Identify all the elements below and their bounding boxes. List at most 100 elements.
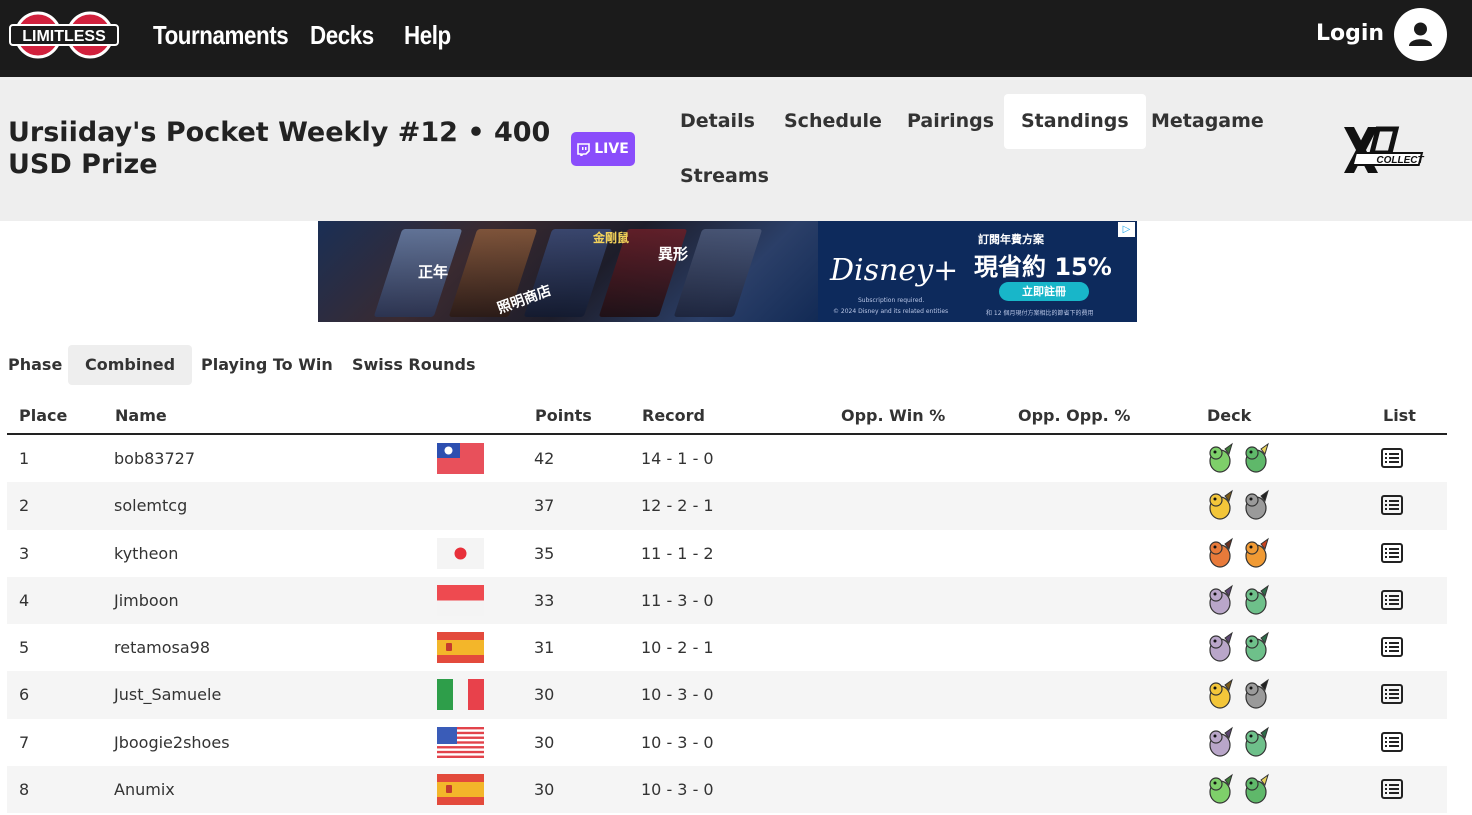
- ad-choices-icon[interactable]: ▷: [1118, 222, 1135, 237]
- deck-celebi-ex-icon[interactable]: [1203, 772, 1237, 806]
- player-name-link[interactable]: Jimboon: [114, 591, 179, 610]
- spain-flag-icon: [437, 774, 484, 806]
- tab-standings[interactable]: Standings: [1004, 94, 1146, 149]
- deck-zebstrika-icon[interactable]: [1239, 488, 1273, 522]
- phase-tab-playing-to-win[interactable]: Playing To Win: [184, 345, 350, 385]
- indonesia-flag-icon: [437, 584, 484, 616]
- deck-cell[interactable]: [1203, 677, 1273, 713]
- live-badge[interactable]: LIVE: [571, 132, 635, 166]
- player-name-link[interactable]: Anumix: [114, 780, 175, 799]
- deck-cell[interactable]: [1203, 630, 1273, 666]
- tab-pairings[interactable]: Pairings: [890, 94, 1011, 149]
- decklist-icon[interactable]: [1381, 495, 1403, 516]
- standings-table: Place Name Points Record Opp. Win % Opp.…: [7, 397, 1447, 814]
- tournament-title: Ursiiday's Pocket Weekly #12 • 400 USD P…: [8, 117, 551, 180]
- col-header-place[interactable]: Place: [19, 406, 67, 425]
- place-cell: 2: [19, 496, 30, 516]
- deck-gardevoir-icon[interactable]: [1239, 583, 1273, 617]
- deck-gardevoir-icon[interactable]: [1239, 630, 1273, 664]
- place-cell: 6: [19, 685, 30, 705]
- col-header-points[interactable]: Points: [535, 406, 592, 425]
- col-header-opp-win[interactable]: Opp. Win %: [841, 406, 945, 425]
- sponsor-logo[interactable]: COLLECT: [1338, 123, 1434, 177]
- deck-gardevoir-icon[interactable]: [1239, 725, 1273, 759]
- ad-fine-print: 和 12 個月現付方案相比的節省下的費用: [986, 310, 1094, 317]
- table-row[interactable]: 7 Jboogie2shoes 30 10 - 3 - 0: [7, 719, 1447, 766]
- ad-fine-print: Subscription required.: [858, 297, 925, 304]
- table-row[interactable]: 2 solemtcg 37 12 - 2 - 1: [7, 482, 1447, 530]
- nav-help[interactable]: Help: [404, 20, 451, 51]
- col-header-name[interactable]: Name: [115, 406, 167, 425]
- place-cell: 8: [19, 780, 30, 800]
- record-cell: 14 - 1 - 0: [641, 449, 714, 468]
- ad-banner[interactable]: 正年 照明商店 金剛鼠 異形 Disney+ Subscription requ…: [318, 221, 1137, 322]
- decklist-icon[interactable]: [1381, 731, 1403, 752]
- table-row[interactable]: 1 bob83727 42 14 - 1 - 0: [7, 435, 1447, 482]
- player-name-link[interactable]: kytheon: [114, 544, 178, 563]
- deck-serperior-icon[interactable]: [1239, 772, 1273, 806]
- decklist-icon[interactable]: [1381, 779, 1403, 800]
- ad-cta-button[interactable]: 立即註冊: [999, 282, 1089, 301]
- deck-cell[interactable]: [1203, 488, 1273, 524]
- deck-moltres-ex-icon[interactable]: [1239, 536, 1273, 570]
- table-row[interactable]: 4 Jimboon 33 11 - 3 - 0: [7, 576, 1447, 625]
- col-header-record[interactable]: Record: [642, 406, 705, 425]
- usa-flag-icon: [437, 726, 484, 758]
- tab-details[interactable]: Details: [663, 94, 772, 149]
- player-name-link[interactable]: bob83727: [114, 449, 195, 468]
- nav-tournaments[interactable]: Tournaments: [153, 20, 289, 51]
- tab-streams[interactable]: Streams: [663, 149, 786, 204]
- deck-cell[interactable]: [1203, 725, 1273, 761]
- phase-tab-combined[interactable]: Combined: [68, 345, 193, 385]
- col-header-opp-opp[interactable]: Opp. Opp. %: [1018, 406, 1130, 425]
- ad-fine-print: © 2024 Disney and its related entities: [833, 308, 949, 315]
- deck-celebi-ex-icon[interactable]: [1203, 441, 1237, 475]
- decklist-icon[interactable]: [1381, 448, 1403, 468]
- deck-pikachu-ex-icon[interactable]: [1203, 488, 1237, 522]
- record-cell: 11 - 3 - 0: [641, 590, 714, 610]
- deck-mewtwo-ex-icon[interactable]: [1203, 583, 1237, 617]
- ad-brand: Disney+: [830, 253, 959, 288]
- deck-cell[interactable]: [1203, 772, 1273, 808]
- player-name-link[interactable]: Jboogie2shoes: [114, 733, 230, 752]
- decklist-icon[interactable]: [1381, 637, 1403, 658]
- deck-pikachu-ex-icon[interactable]: [1203, 677, 1237, 711]
- deck-mewtwo-ex-icon[interactable]: [1203, 725, 1237, 759]
- sponsor-text: COLLECT: [1376, 155, 1424, 166]
- table-row[interactable]: 6 Just_Samuele 30 10 - 3 - 0: [7, 671, 1447, 719]
- col-header-deck[interactable]: Deck: [1207, 406, 1251, 425]
- deck-cell[interactable]: [1203, 441, 1273, 477]
- record-cell: 11 - 1 - 2: [641, 543, 714, 563]
- limitless-logo[interactable]: LIMITLESS: [8, 10, 120, 60]
- ad-poster-text: 金剛鼠: [593, 231, 630, 245]
- login-link[interactable]: Login: [1316, 21, 1384, 46]
- deck-mewtwo-ex-icon[interactable]: [1203, 630, 1237, 664]
- decklist-icon[interactable]: [1381, 684, 1403, 705]
- user-avatar-button[interactable]: [1394, 8, 1447, 61]
- deck-charizard-ex-icon[interactable]: [1203, 536, 1237, 570]
- live-label: LIVE: [594, 141, 629, 157]
- points-cell: 33: [534, 590, 555, 610]
- table-row[interactable]: 3 kytheon 35 11 - 1 - 2: [7, 530, 1447, 577]
- phase-tab-swiss-rounds[interactable]: Swiss Rounds: [335, 345, 492, 385]
- table-row[interactable]: 8 Anumix 30 10 - 3 - 0: [7, 766, 1447, 814]
- points-cell: 30: [534, 685, 555, 705]
- deck-cell[interactable]: [1203, 583, 1273, 619]
- deck-cell[interactable]: [1203, 536, 1273, 572]
- tab-schedule[interactable]: Schedule: [767, 94, 899, 149]
- player-name-link[interactable]: retamosa98: [114, 638, 210, 657]
- deck-serperior-icon[interactable]: [1239, 441, 1273, 475]
- table-row[interactable]: 5 retamosa98 31 10 - 2 - 1: [7, 624, 1447, 671]
- nav-decks[interactable]: Decks: [310, 20, 374, 51]
- player-name-link[interactable]: Just_Samuele: [114, 685, 221, 704]
- decklist-icon[interactable]: [1381, 589, 1403, 610]
- tab-metagame[interactable]: Metagame: [1134, 94, 1281, 149]
- table-header: Place Name Points Record Opp. Win % Opp.…: [7, 397, 1447, 435]
- decklist-icon[interactable]: [1381, 542, 1403, 563]
- tournament-header: Ursiiday's Pocket Weekly #12 • 400 USD P…: [0, 77, 1472, 221]
- deck-zebstrika-icon[interactable]: [1239, 677, 1273, 711]
- col-header-list[interactable]: List: [1383, 406, 1416, 425]
- italy-flag-icon: [437, 679, 484, 711]
- player-name-link[interactable]: solemtcg: [114, 496, 187, 515]
- place-cell: 3: [19, 543, 30, 563]
